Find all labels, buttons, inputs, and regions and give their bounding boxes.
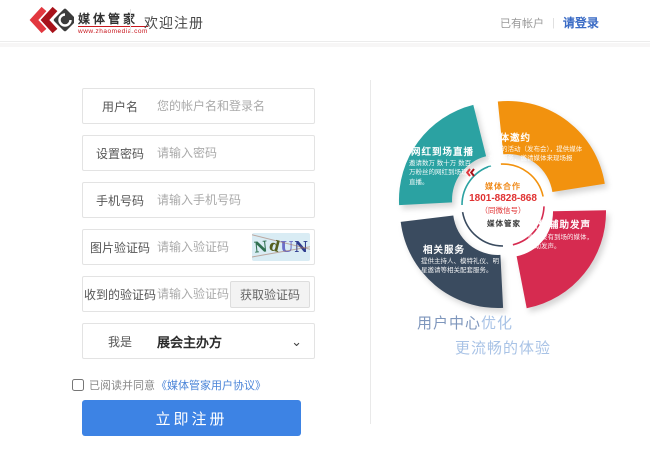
wheel-center-card: 媒体合作 1801-8828-868 （同微信号） 媒体管家 [466,168,540,242]
sms-code-input[interactable] [157,287,230,301]
brand-text: 媒体管家 www.zhaomedia.com [78,13,148,35]
services-wheel: 网红到场直播 邀请数万 数十万 数百万粉丝的网红到场现场直播。 媒体邀约 为您的… [385,88,625,320]
brand-chevron-icon [28,4,74,43]
segment-desc-service: 提供主持人、模特礼仪、明星邀请等相关配套服务。 [421,257,505,276]
username-input[interactable] [157,99,314,113]
captcha-letter: N [253,237,269,256]
header-band [0,43,650,47]
agreement-row: 已阅读并同意 《媒体管家用户协议》 [72,377,266,393]
note-optimize: 优化 [481,315,513,332]
registration-page: 媒体管家 www.zhaomedia.com 欢迎注册 已有帐户 | 请登录 用… [0,0,650,466]
agreement-link[interactable]: 《媒体管家用户协议》 [156,377,266,393]
register-button[interactable]: 立即注册 [82,400,301,436]
brand-name: 媒体管家 [78,13,148,26]
role-label: 我是 [83,333,157,350]
footer-note-line1: 用户中心优化 [417,312,513,333]
center-brand: 媒体管家 [485,218,521,229]
have-account-label: 已有帐户 [500,15,544,31]
captcha-letter: U [280,238,293,256]
wechat-note: （同微信号） [481,205,526,216]
header-right: 已有帐户 | 请登录 [500,14,599,31]
get-sms-code-button[interactable]: 获取验证码 [230,281,310,308]
password-label: 设置密码 [83,145,157,162]
header-divider [130,9,131,33]
vertical-divider [370,80,371,424]
segment-title-voice: 媒体辅助发声 [528,217,608,231]
brand-url: www.zhaomedia.com [78,26,148,35]
segment-title-invite: 媒体邀约 [489,130,569,144]
role-select[interactable]: 我是 展会主办方 ⌄ [82,323,315,359]
header: 媒体管家 www.zhaomedia.com 欢迎注册 已有帐户 | 请登录 [0,0,650,42]
footer-note-line2: 更流畅的体验 [455,337,551,358]
login-link[interactable]: 请登录 [563,14,599,31]
username-field: 用户名 [82,88,315,124]
role-selected-value: 展会主办方 [157,332,291,351]
phone-label: 手机号码 [83,192,157,209]
header-pipe: | [552,17,555,29]
phone-field: 手机号码 [82,182,315,218]
image-captcha-label: 图片验证码 [83,239,157,256]
sms-code-label: 收到的验证码 [83,286,157,303]
phone-input[interactable] [157,193,314,207]
agreement-checkbox[interactable] [72,379,84,391]
segment-title-live: 网红到场直播 [411,144,481,158]
image-captcha-field: 图片验证码 NdUN [82,229,315,265]
password-field: 设置密码 [82,135,315,171]
sms-code-field: 收到的验证码 获取验证码 [82,276,315,312]
segment-title-service: 相关服务 [423,242,483,256]
password-input[interactable] [157,146,314,160]
page-title: 欢迎注册 [144,13,204,33]
note-user-center: 用户中心 [417,315,481,332]
chevron-down-icon: ⌄ [291,335,302,348]
segment-desc-voice: 联系没有到场的媒体，辅助发声。 [528,233,594,252]
captcha-image[interactable]: NdUN [252,233,310,261]
username-label: 用户名 [83,98,157,115]
image-captcha-input[interactable] [157,240,252,254]
center-brand-name: 媒体管家 [487,218,521,229]
contact-phone: 1801-8828-868 [469,193,537,204]
agreement-text: 已阅读并同意 [89,377,155,393]
cooperation-label: 媒体合作 [485,181,521,192]
